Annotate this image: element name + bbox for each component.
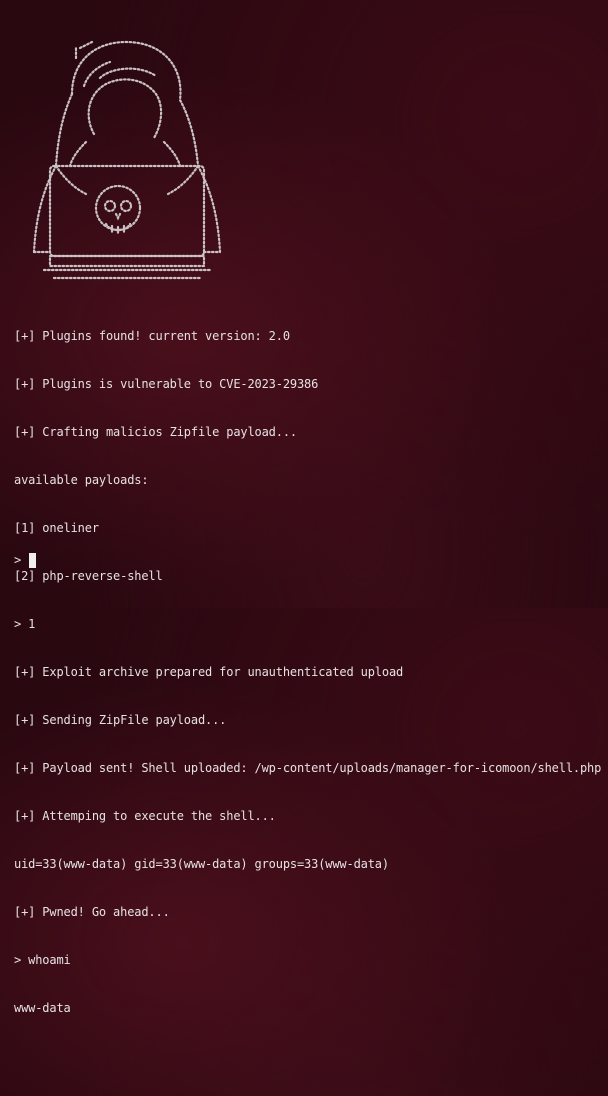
output-line: [+] Plugins found! current version: 2.0 bbox=[14, 329, 290, 343]
output-line: [+] Payload sent! Shell uploaded: /wp-co… bbox=[14, 761, 602, 775]
output-line: uid=33(www-data) gid=33(www-data) groups… bbox=[14, 857, 389, 871]
output-line: [+] Sending ZipFile payload... bbox=[14, 713, 227, 727]
output-line: [2] php-reverse-shell bbox=[14, 569, 163, 583]
output-line: > 1 bbox=[14, 617, 36, 631]
output-line: www-data bbox=[14, 1001, 71, 1015]
output-line: [+] Plugins is vulnerable to CVE-2023-29… bbox=[14, 377, 319, 391]
prompt-symbol: > bbox=[14, 553, 22, 567]
terminal-window[interactable]: [+] Plugins found! current version: 2.0 … bbox=[0, 0, 608, 1015]
output-line: [+] Attemping to execute the shell... bbox=[14, 809, 276, 823]
output-line: [1] oneliner bbox=[14, 521, 99, 535]
terminal-output: [+] Plugins found! current version: 2.0 … bbox=[14, 296, 604, 1096]
command-input[interactable]: > bbox=[14, 552, 37, 568]
output-line: > whoami bbox=[14, 953, 71, 967]
output-line: available payloads: bbox=[14, 473, 149, 487]
output-line: [+] Crafting malicios Zipfile payload... bbox=[14, 425, 297, 439]
output-line: [+] Pwned! Go ahead... bbox=[14, 905, 170, 919]
output-line: [+] Exploit archive prepared for unauthe… bbox=[14, 665, 404, 679]
text-cursor bbox=[29, 552, 37, 568]
hooded-hacker-skull-icon bbox=[32, 40, 222, 280]
prompt-spacer bbox=[21, 552, 28, 568]
